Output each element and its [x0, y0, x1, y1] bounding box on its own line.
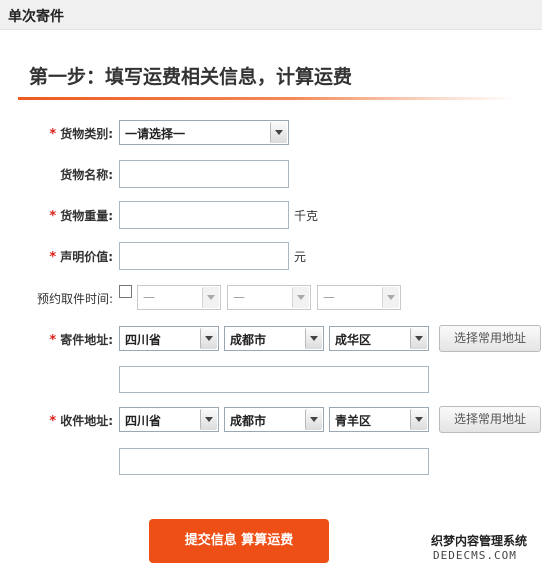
- sender-address-row: * 寄件地址: 四川省 成都市 成华区 选择常用地址: [0, 325, 542, 353]
- pickup-date-select[interactable]: —: [137, 285, 221, 310]
- page-header: 单次寄件: [0, 0, 542, 30]
- pickup-time-row: 预约取件时间: — — —: [0, 284, 542, 312]
- cargo-name-row: 货物名称:: [0, 160, 542, 188]
- required-mark: *: [49, 250, 57, 265]
- cargo-type-label: * 货物类别:: [49, 127, 113, 142]
- cargo-weight-input[interactable]: [119, 201, 289, 229]
- chevron-down-icon: [305, 328, 322, 349]
- chevron-down-icon: [305, 409, 322, 430]
- sender-district-select[interactable]: 成华区: [329, 326, 429, 351]
- required-mark: *: [49, 127, 57, 142]
- chevron-down-icon: [410, 328, 427, 349]
- sender-province-select[interactable]: 四川省: [119, 326, 219, 351]
- watermark-domain: DEDECMS.COM: [433, 549, 517, 562]
- chevron-down-icon: [200, 328, 217, 349]
- cargo-type-row: * 货物类别: 一请选择一: [0, 119, 542, 147]
- receiver-province-select[interactable]: 四川省: [119, 407, 219, 432]
- receiver-district-select[interactable]: 青羊区: [329, 407, 429, 432]
- chevron-down-icon: [382, 287, 399, 308]
- cargo-type-select[interactable]: 一请选择一: [119, 120, 289, 145]
- chevron-down-icon: [410, 409, 427, 430]
- step-title: 第一步：填写运费相关信息，计算运费: [29, 66, 353, 88]
- page-header-title: 单次寄件: [8, 9, 64, 25]
- cargo-weight-row: * 货物重量: 千克: [0, 201, 542, 229]
- sender-city-select[interactable]: 成都市: [224, 326, 324, 351]
- pickup-time-checkbox[interactable]: [119, 285, 132, 298]
- cargo-weight-label: * 货物重量:: [49, 209, 113, 224]
- pickup-hour-select[interactable]: —: [227, 285, 311, 310]
- weight-unit: 千克: [294, 209, 319, 223]
- declared-value-label: * 声明价值:: [49, 250, 113, 265]
- chevron-down-icon: [270, 122, 287, 143]
- declared-value-input[interactable]: [119, 242, 289, 270]
- receiver-address-label: * 收件地址:: [49, 414, 113, 429]
- required-mark: *: [49, 209, 57, 224]
- receiver-address-row: * 收件地址: 四川省 成都市 青羊区 选择常用地址: [0, 406, 542, 434]
- receiver-city-select[interactable]: 成都市: [224, 407, 324, 432]
- submit-calculate-button[interactable]: 提交信息 算算运费: [149, 519, 329, 563]
- pickup-minute-select[interactable]: —: [317, 285, 401, 310]
- receiver-common-address-button[interactable]: 选择常用地址: [439, 406, 541, 433]
- declared-value-row: * 声明价值: 元: [0, 242, 542, 270]
- cargo-name-input[interactable]: [119, 160, 289, 188]
- required-mark: *: [49, 333, 57, 348]
- chevron-down-icon: [202, 287, 219, 308]
- sender-address-label: * 寄件地址:: [49, 333, 113, 348]
- required-mark: *: [49, 414, 57, 429]
- sender-common-address-button[interactable]: 选择常用地址: [439, 325, 541, 352]
- chevron-down-icon: [200, 409, 217, 430]
- sender-address-detail-input[interactable]: [119, 366, 429, 393]
- value-unit: 元: [294, 250, 307, 264]
- chevron-down-icon: [292, 287, 309, 308]
- receiver-address-detail-input[interactable]: [119, 448, 429, 475]
- step-divider: [18, 97, 516, 100]
- pickup-time-label: 预约取件时间:: [36, 292, 113, 306]
- watermark-text: 织梦内容管理系统: [431, 534, 528, 548]
- cargo-name-label: 货物名称:: [60, 168, 113, 182]
